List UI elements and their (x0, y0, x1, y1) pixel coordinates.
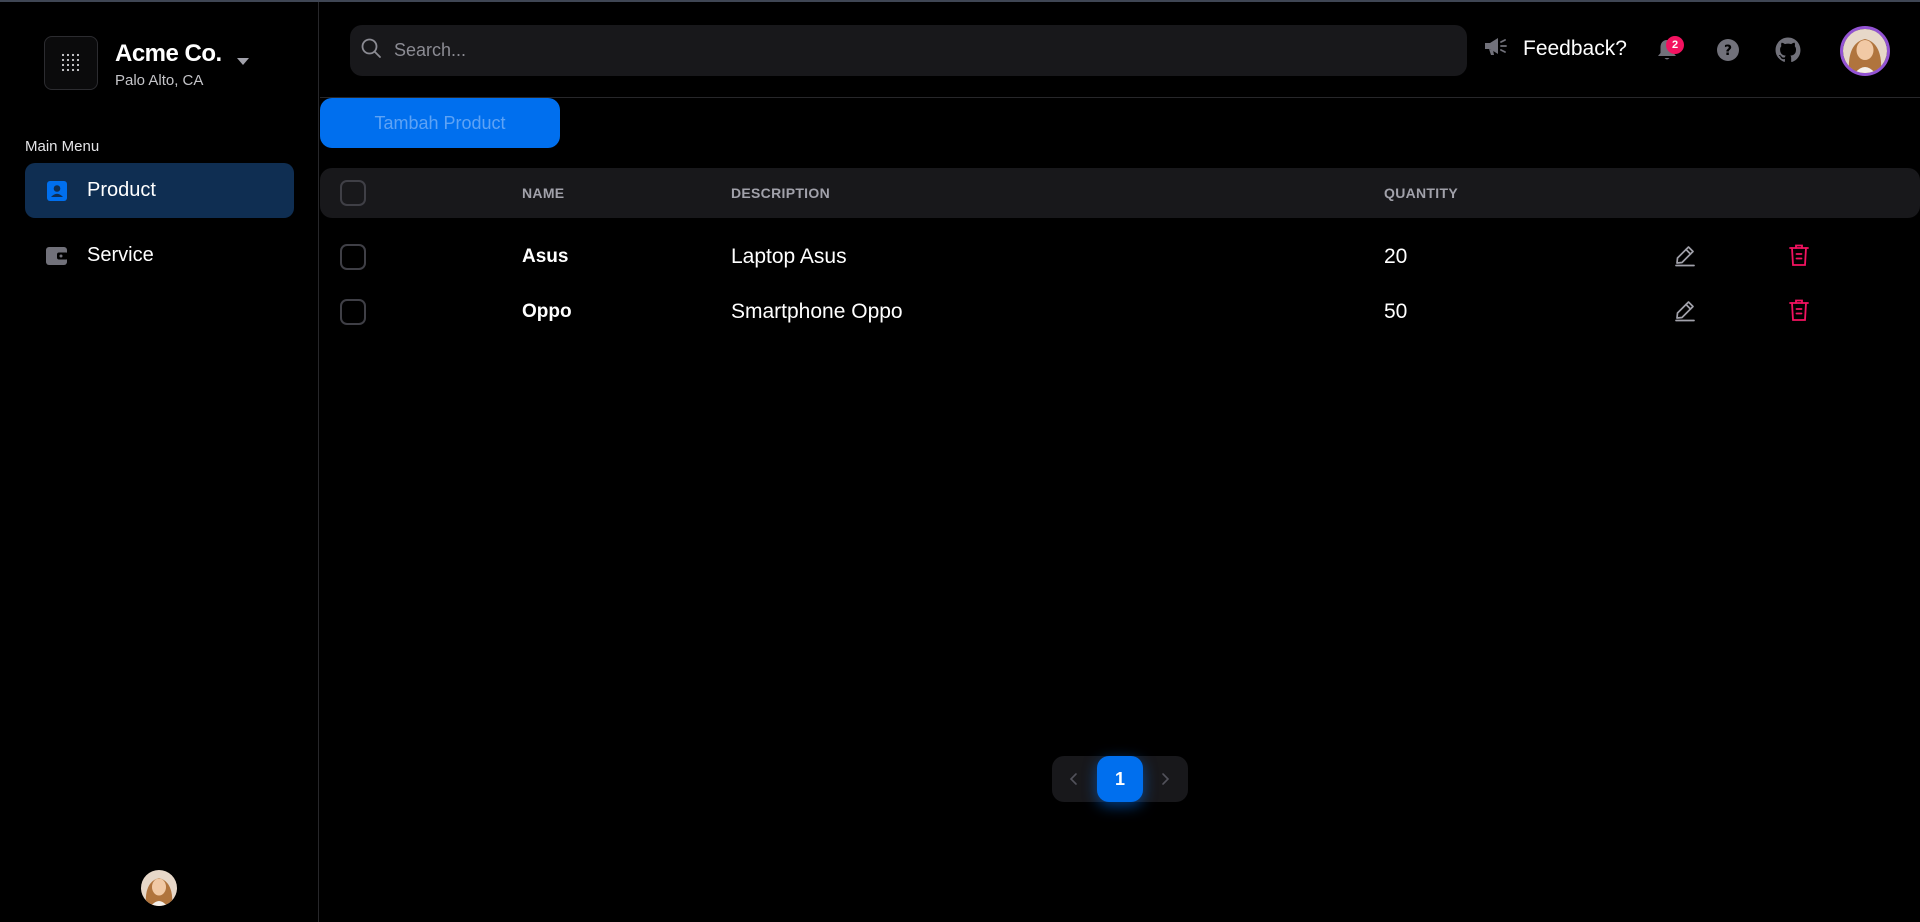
search-icon (360, 37, 382, 64)
cell-name: Asus (522, 246, 569, 267)
avatar[interactable] (141, 870, 177, 906)
column-header-quantity[interactable]: QUANTITY (1384, 185, 1458, 201)
main-menu-heading: Main Menu (25, 138, 100, 155)
cell-name: Oppo (522, 301, 572, 322)
row-checkbox[interactable] (340, 299, 366, 325)
add-product-button[interactable]: Tambah Product (320, 98, 560, 148)
trash-icon[interactable] (1786, 242, 1812, 268)
pagination: 1 (1052, 756, 1188, 802)
search-bar[interactable] (350, 25, 1467, 76)
chevron-left-icon[interactable] (1064, 769, 1084, 789)
table-row: Oppo Smartphone Oppo 50 (320, 283, 1920, 338)
svg-text:?: ? (1724, 43, 1732, 59)
page-button-current[interactable]: 1 (1097, 756, 1143, 802)
search-input[interactable] (394, 40, 1394, 61)
column-header-name[interactable]: NAME (522, 185, 564, 201)
sidebar: Acme Co. Palo Alto, CA Main Menu Product… (0, 2, 319, 922)
org-location: Palo Alto, CA (115, 72, 204, 89)
cell-description: Smartphone Oppo (731, 300, 903, 323)
feedback-label: Feedback? (1523, 36, 1627, 60)
sidebar-item-label: Service (87, 244, 154, 266)
github-icon[interactable] (1775, 37, 1801, 63)
row-checkbox[interactable] (340, 244, 366, 270)
wallet-icon (45, 244, 69, 268)
sidebar-item-product[interactable]: Product (25, 163, 294, 218)
table-row: Asus Laptop Asus 20 (320, 228, 1920, 283)
org-name[interactable]: Acme Co. (115, 40, 222, 68)
feedback-button[interactable]: Feedback? (1483, 35, 1627, 62)
user-avatar[interactable] (1840, 26, 1890, 76)
edit-icon[interactable] (1672, 242, 1698, 268)
sidebar-item-label: Product (87, 179, 156, 201)
contact-card-icon (45, 179, 69, 203)
cell-quantity: 50 (1384, 300, 1408, 323)
help-icon[interactable]: ? (1715, 37, 1741, 63)
cell-description: Laptop Asus (731, 245, 847, 268)
top-navbar: Feedback? 2 ? (320, 2, 1920, 98)
table-header: NAME DESCRIPTION QUANTITY (320, 168, 1920, 218)
cell-quantity: 20 (1384, 245, 1408, 268)
sidebar-item-service[interactable]: Service (25, 228, 294, 283)
select-all-checkbox[interactable] (340, 180, 366, 206)
trash-icon[interactable] (1786, 297, 1812, 323)
org-logo[interactable] (44, 36, 98, 90)
caret-down-icon[interactable] (237, 58, 249, 65)
edit-icon[interactable] (1672, 297, 1698, 323)
megaphone-icon (1483, 35, 1509, 62)
column-header-description[interactable]: DESCRIPTION (731, 185, 830, 201)
chevron-right-icon[interactable] (1155, 769, 1175, 789)
notification-badge: 2 (1666, 36, 1684, 54)
grid-dots-icon (61, 53, 80, 72)
